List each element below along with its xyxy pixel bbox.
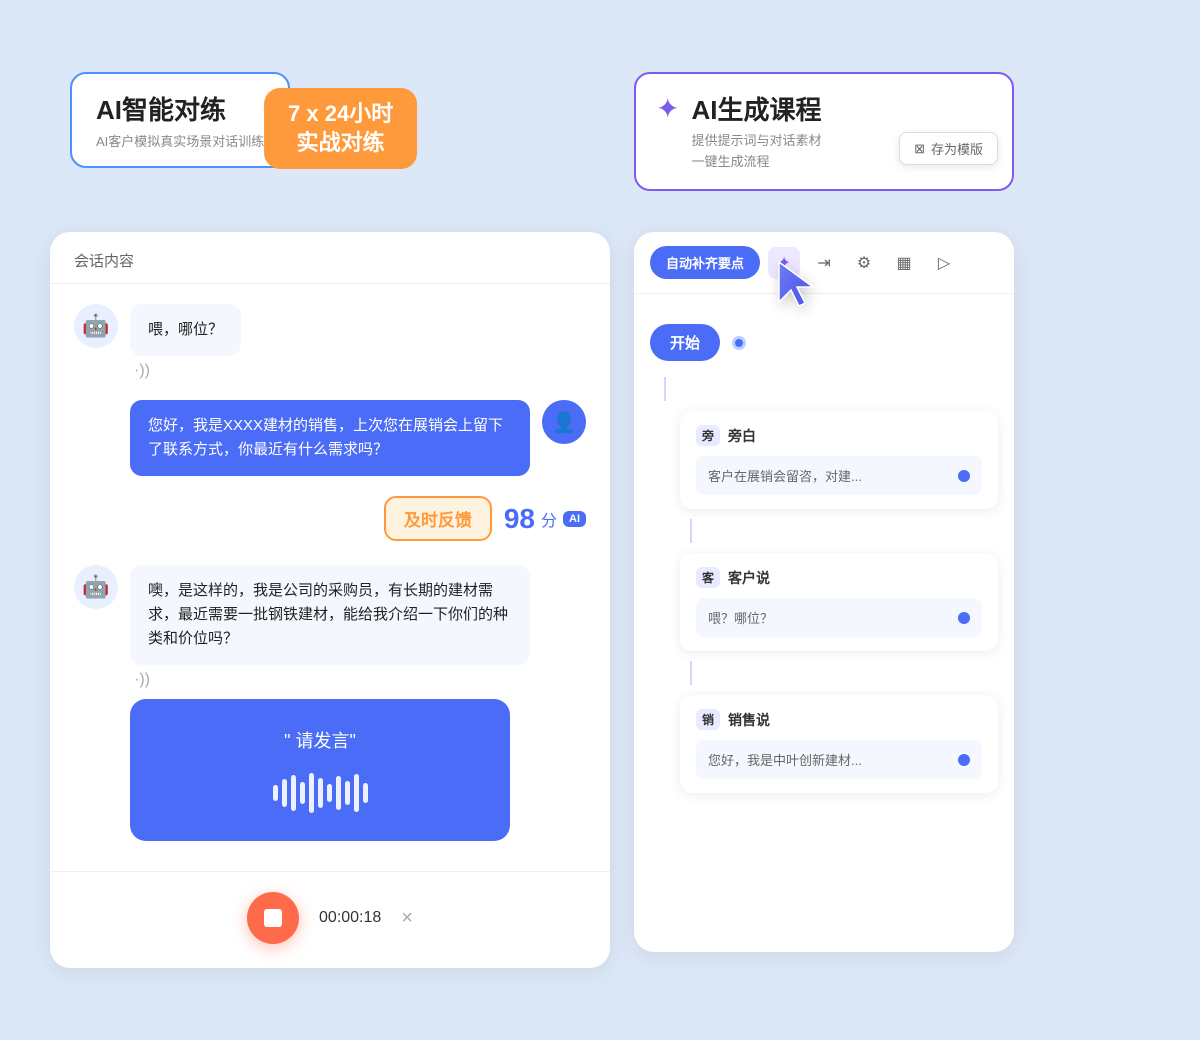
- bubble: 喂，哪位？ ·)): [130, 304, 241, 380]
- score-row: 及时反馈 98 分 AI: [74, 496, 586, 541]
- ai-course-desc: 提供提示词与对话素材一键生成流程: [691, 131, 821, 173]
- connector-line3: [690, 661, 692, 685]
- chat-bottom: 00:00:18 ×: [50, 871, 610, 968]
- sparkle-icon: ✦: [656, 92, 679, 125]
- avatar-customer2: 🤖: [74, 565, 118, 609]
- start-node: 开始: [650, 324, 998, 361]
- wave-bar: [291, 775, 296, 811]
- flow-card-content: 客户在展销会留咨，对建...: [696, 456, 982, 495]
- narration-icon: 旁: [696, 425, 720, 446]
- message-row: 🤖 喂，哪位？ ·)): [74, 304, 586, 380]
- bubble-text: 喂，哪位？: [130, 304, 241, 356]
- ai-tag: AI: [563, 511, 586, 527]
- chat-panel: 会话内容 🤖 喂，哪位？ ·)) 👤: [50, 232, 610, 968]
- node-dot2: [958, 612, 970, 624]
- wave-bar: [336, 776, 341, 810]
- badge-247: 7 x 24小时实战对练: [264, 88, 417, 169]
- ai-course-text: AI生成课程 提供提示词与对话素材一键生成流程: [691, 90, 821, 173]
- auto-fill-button[interactable]: 自动补齐要点: [650, 246, 760, 279]
- grid-button[interactable]: ▦: [888, 247, 920, 279]
- play-button[interactable]: ▷: [928, 247, 960, 279]
- flow-card-header: 旁 旁白: [696, 425, 982, 446]
- wave-bar: [300, 782, 305, 804]
- wave-bar: [363, 783, 368, 803]
- main-container: AI智能对练 AI客户模拟真实场景对话训练 7 x 24小时实战对练 会话内容 …: [50, 72, 1150, 968]
- voice-prompt: " 请发言": [154, 727, 486, 753]
- cursor-arrow: [769, 254, 829, 319]
- message-row-customer2: 🤖 噢，是这样的，我是公司的采购员，有长期的建材需求，最近需要一批钢铁建材，能给…: [74, 565, 586, 841]
- sound-indicator: ·)): [130, 362, 241, 380]
- record-icon: [264, 909, 282, 927]
- ai-title: AI智能对练: [96, 90, 264, 127]
- score-number: 98: [504, 503, 535, 535]
- start-dot: [732, 336, 746, 350]
- avatar-customer: 🤖: [74, 304, 118, 348]
- narration-label: 旁白: [728, 426, 756, 446]
- node-dot3: [958, 754, 970, 766]
- connector-line2: [690, 519, 692, 543]
- robot-icon: 🤖: [82, 313, 109, 339]
- wave-bar: [345, 781, 350, 805]
- sales-icon: 销: [696, 709, 720, 730]
- sales-avatar-icon: 👤: [552, 410, 577, 435]
- sound-indicator2: ·)): [130, 671, 530, 689]
- sales-label: 销售说: [728, 710, 770, 730]
- connector-line1: [664, 377, 666, 401]
- chat-header: 会话内容: [50, 232, 610, 284]
- flow-card-content2: 喂？哪位？: [696, 598, 982, 637]
- ai-title-card: AI智能对练 AI客户模拟真实场景对话训练: [70, 72, 290, 168]
- score-badge: 98 分 AI: [504, 503, 586, 535]
- flow-card-narration[interactable]: 旁 旁白 客户在展销会留咨，对建...: [680, 411, 998, 509]
- wave-bar: [309, 773, 314, 813]
- flow-card-header2: 客 客户说: [696, 567, 982, 588]
- settings-button[interactable]: ⚙: [848, 247, 880, 279]
- flow-content: 开始 旁 旁白 客户在展销会留咨，对建...: [634, 304, 1014, 823]
- bubble-text-customer2: 噢，是这样的，我是公司的采购员，有长期的建材需求，最近需要一批钢铁建材，能给我介…: [130, 565, 530, 665]
- record-button[interactable]: [247, 892, 299, 944]
- bubble-text-blue: 您好，我是XXXX建材的销售，上次您在展销会上留下了联系方式，你最近有什么需求吗…: [130, 400, 530, 476]
- bubble-sales: 您好，我是XXXX建材的销售，上次您在展销会上留下了联系方式，你最近有什么需求吗…: [130, 400, 530, 476]
- wave-bars: [154, 773, 486, 813]
- message-row-sales: 👤 您好，我是XXXX建材的销售，上次您在展销会上留下了联系方式，你最近有什么需…: [74, 400, 586, 476]
- voice-input-box[interactable]: " 请发言": [130, 699, 510, 841]
- avatar-sales: 👤: [542, 400, 586, 444]
- wave-bar: [282, 779, 287, 807]
- wave-bar: [354, 774, 359, 812]
- node-dot: [958, 470, 970, 482]
- flow-card-sales[interactable]: 销 销售说 您好，我是中叶创新建材...: [680, 695, 998, 793]
- ai-course-title: AI生成课程: [691, 90, 821, 127]
- flow-card-customer[interactable]: 客 客户说 喂？哪位？: [680, 553, 998, 651]
- ai-subtitle: AI客户模拟真实场景对话训练: [96, 131, 264, 150]
- score-unit: 分: [541, 507, 557, 531]
- flow-card-header3: 销 销售说: [696, 709, 982, 730]
- customer-icon: 客: [696, 567, 720, 588]
- close-button[interactable]: ×: [401, 907, 413, 930]
- customer-text: 喂？哪位？: [708, 608, 773, 627]
- wave-bar: [273, 785, 278, 801]
- left-panel: AI智能对练 AI客户模拟真实场景对话训练 7 x 24小时实战对练 会话内容 …: [50, 72, 610, 968]
- timer-text: 00:00:18: [319, 909, 381, 927]
- wave-bar: [318, 778, 323, 808]
- flow-card-content3: 您好，我是中叶创新建材...: [696, 740, 982, 779]
- start-label: 开始: [650, 324, 720, 361]
- bubble-customer2: 噢，是这样的，我是公司的采购员，有长期的建材需求，最近需要一批钢铁建材，能给我介…: [130, 565, 530, 841]
- flow-panel: 自动补齐要点 ✦ ⇥ ⚙ ▦ ▷ ⊠ 存为模版: [634, 232, 1014, 952]
- wave-bar: [327, 784, 332, 802]
- chat-messages: 🤖 喂，哪位？ ·)) 👤 您好，我是XXXX建材的销售，上次您在展销会上留下了…: [50, 284, 610, 861]
- feedback-badge: 及时反馈: [384, 496, 492, 541]
- sales-text: 您好，我是中叶创新建材...: [708, 750, 862, 769]
- customer-label: 客户说: [728, 568, 770, 588]
- narration-text: 客户在展销会留咨，对建...: [708, 466, 862, 485]
- robot-icon2: 🤖: [82, 574, 109, 600]
- right-panel: ✦ AI生成课程 提供提示词与对话素材一键生成流程 自动补齐要点 ✦ ⇥ ⚙ ▦…: [634, 72, 1014, 952]
